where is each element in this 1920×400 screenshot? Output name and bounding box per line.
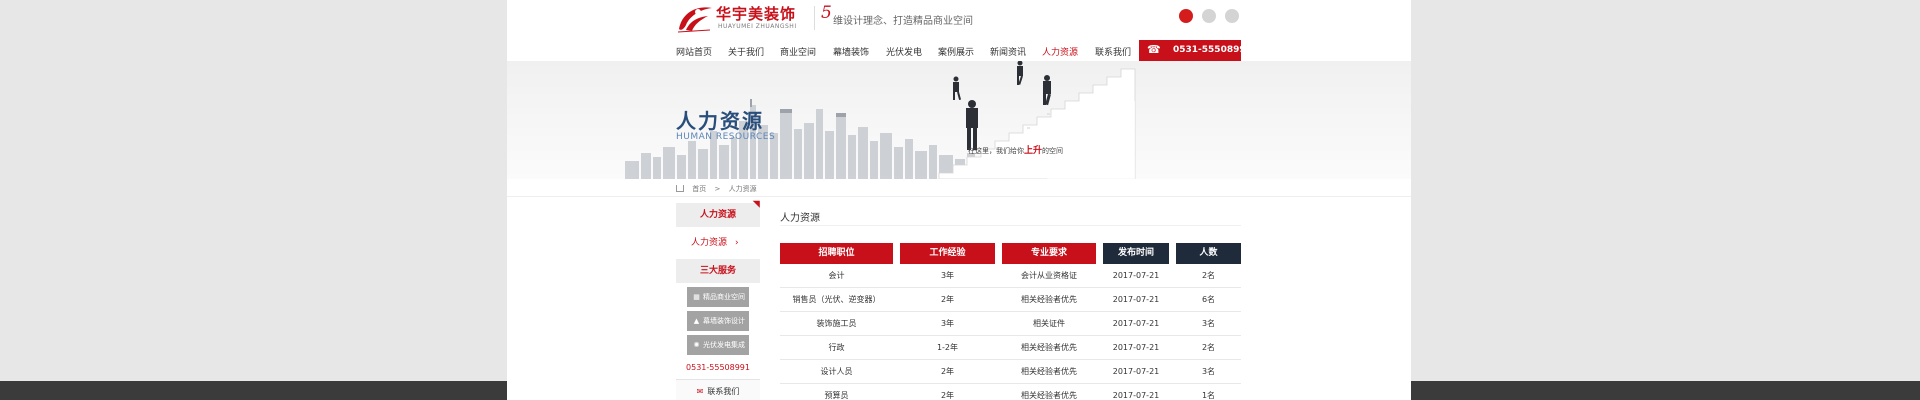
table-row: 会计 3年 会计从业资格证 2017-07-21 2名 [780,264,1241,288]
cell-count: 6名 [1201,295,1216,304]
brand-name: 华宇美装饰 [716,5,797,23]
column-header-experience: 工作经验 [900,243,995,264]
cell-date: 2017-07-21 [1112,367,1160,376]
slogan-number: 5 [821,3,832,23]
phone-number: 0531-55508991 [1173,45,1252,55]
banner: 人力资源 HUMAN RESOURCES 在这里，我们给你上升的空间 [507,61,1411,179]
sidebar-title-hr: 人力资源 [676,203,760,227]
cell-count: 2名 [1201,343,1216,352]
table-row: 设计人员 2年 相关经验者优先 2017-07-21 3名 [780,360,1241,384]
service-item-solar[interactable]: ✺ 光伏发电集成 [687,335,749,355]
sidebar-item-label: 人力资源 [691,238,728,248]
cell-experience: 1-2年 [936,343,959,352]
title-divider [780,225,1241,226]
cell-position: 会计 [828,271,845,280]
cell-position: 预算员 [824,391,849,400]
cell-position: 行政 [828,343,845,352]
divider [507,196,1411,197]
breadcrumb-current: 人力资源 [728,185,757,193]
phone-icon: ☎ [1147,43,1161,56]
service-label: 幕墙装饰设计 [703,317,745,325]
banner-tagline: 在这里，我们给你上升的空间 [968,143,1063,156]
service-item-curtain-wall[interactable]: ▲ 幕墙装饰设计 [687,311,749,331]
cell-date: 2017-07-21 [1112,343,1160,352]
cell-requirement: 相关经验者优先 [1021,367,1077,376]
cell-requirement: 相关证件 [1033,319,1065,328]
sidebar: 人力资源 人力资源 › 三大服务 ▦ 精品商业空间 ▲ 幕墙装饰设计 ✺ 光伏发电集成… [676,203,760,400]
logo-mark-icon [677,7,712,33]
banner-subtitle: HUMAN RESOURCES [676,132,776,142]
page-title: 人力资源 [780,213,820,224]
cell-count: 3名 [1201,367,1216,376]
nav-item-solar[interactable]: 光伏发电 [886,45,922,58]
cell-requirement: 相关经验者优先 [1021,295,1077,304]
nav-item-cases[interactable]: 案例展示 [938,45,974,58]
grid-icon: ▦ [693,293,700,301]
weibo-icon[interactable] [1179,9,1193,23]
sidebar-phone: 0531-55508991 [686,363,750,372]
service-item-commercial[interactable]: ▦ 精品商业空间 [687,287,749,307]
qq-icon[interactable] [1225,9,1239,23]
sidebar-item-hr[interactable]: 人力资源 › [676,227,760,259]
table-row: 行政 1-2年 相关经验者优先 2017-07-21 2名 [780,336,1241,360]
tagline-text: 在这里，我们给你 [968,147,1024,155]
table-row: 装饰施工员 3年 相关证件 2017-07-21 3名 [780,312,1241,336]
cell-date: 2017-07-21 [1112,295,1160,304]
nav-item-hr[interactable]: 人力资源 [1042,45,1078,58]
brand-name-en: HUAYUMEI ZHUANGSHI [718,23,797,30]
cell-experience: 3年 [940,271,955,280]
user-icon: ▲ [693,317,700,325]
cell-requirement: 相关经验者优先 [1021,343,1077,352]
cell-count: 3名 [1201,319,1216,328]
chevron-right-icon: › [735,238,739,248]
cell-position: 装饰施工员 [816,319,857,328]
banner-title: 人力资源 [676,109,764,133]
nav-item-contact[interactable]: 联系我们 [1095,45,1131,58]
table-row: 预算员 2年 相关经验者优先 2017-07-21 1名 [780,384,1241,400]
breadcrumb: 首页 > 人力资源 [676,184,757,194]
cell-experience: 2年 [940,367,955,376]
nav-item-curtain-wall[interactable]: 幕墙装饰 [833,45,869,58]
service-label: 精品商业空间 [703,293,745,301]
home-icon[interactable] [676,185,684,192]
cell-date: 2017-07-21 [1112,391,1160,400]
nav-item-about[interactable]: 关于我们 [728,45,764,58]
nav-item-news[interactable]: 新闻资讯 [990,45,1026,58]
table-row: 销售员（光伏、逆变器） 2年 相关经验者优先 2017-07-21 6名 [780,288,1241,312]
column-header-position: 招聘职位 [780,243,893,264]
tagline-highlight: 上升 [1024,146,1043,156]
cell-requirement: 相关经验者优先 [1021,391,1077,400]
contact-label: 联系我们 [707,387,740,396]
cell-experience: 3年 [940,319,955,328]
banner-illustration [625,61,1136,179]
column-header-count: 人数 [1176,243,1241,264]
cell-count: 2名 [1201,271,1216,280]
cell-requirement: 会计从业资格证 [1021,271,1077,280]
slogan-text: 维设计理念、打造精品商业空间 [833,16,973,27]
slogan-divider [814,6,815,30]
cell-position: 销售员（光伏、逆变器） [792,295,881,304]
breadcrumb-home[interactable]: 首页 [692,185,706,193]
breadcrumb-separator: > [714,185,721,193]
wechat-icon[interactable] [1202,9,1216,23]
cell-experience: 2年 [940,391,955,400]
nav-item-commercial[interactable]: 商业空间 [780,45,816,58]
cell-position: 设计人员 [820,367,853,376]
message-icon: ✉ [696,387,704,396]
cell-count: 1名 [1201,391,1216,400]
cell-date: 2017-07-21 [1112,319,1160,328]
nav-item-home[interactable]: 网站首页 [676,45,712,58]
sidebar-title-services: 三大服务 [676,259,760,283]
sun-icon: ✺ [693,341,700,349]
service-label: 光伏发电集成 [703,341,745,349]
cell-experience: 2年 [940,295,955,304]
contact-us-link[interactable]: ✉ 联系我们 [676,379,760,400]
column-header-date: 发布时间 [1103,243,1169,264]
phone-box[interactable]: ☎ 0531-55508991 [1139,40,1252,61]
column-header-requirement: 专业要求 [1002,243,1096,264]
logo[interactable]: 华宇美装饰 HUAYUMEI ZHUANGSHI [676,3,822,34]
page-container: 华宇美装饰 HUAYUMEI ZHUANGSHI 5 维设计理念、打造精品商业空… [507,0,1411,400]
tagline-text-end: 的空间 [1042,147,1064,155]
cell-date: 2017-07-21 [1112,271,1160,280]
